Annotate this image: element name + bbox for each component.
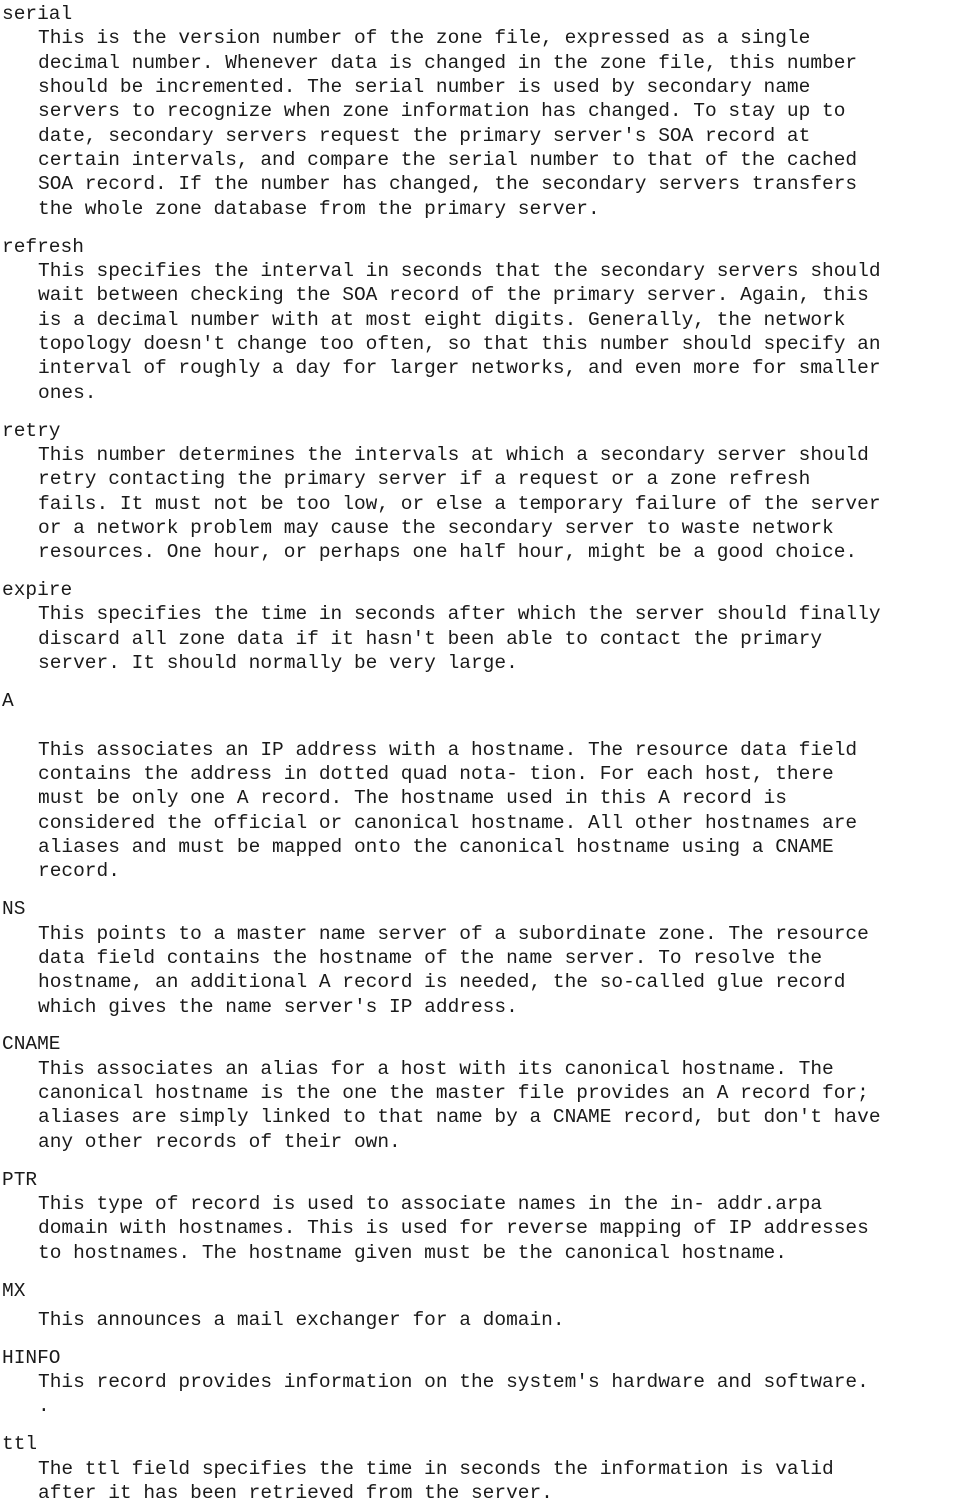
text-line: record.	[38, 860, 120, 883]
text-line: which gives the name server's IP address…	[38, 995, 518, 1018]
text-line: after it has been retrieved from the ser…	[38, 1481, 553, 1504]
text-line: date, secondary servers request the prim…	[38, 124, 811, 147]
text-line: This number determines the intervals at …	[38, 443, 869, 466]
text-line: This points to a master name server of a…	[38, 922, 869, 945]
record-term: retry	[2, 419, 61, 442]
text-line: considered the official or canonical hos…	[38, 811, 858, 834]
record-description: This specifies the time in seconds after…	[2, 602, 960, 675]
text-line: data field contains the hostname of the …	[38, 946, 823, 969]
text-line: the whole zone database from the primary…	[38, 197, 600, 220]
record-description: This associates an IP address with a hos…	[2, 738, 960, 884]
text-line: discard all zone data if it hasn't been …	[38, 627, 823, 650]
record-section: ttl The ttl field specifies the time in s…	[2, 1432, 960, 1505]
record-section: serial This is the version number of the …	[2, 2, 960, 221]
text-line: resources. One hour, or perhaps one half…	[38, 541, 858, 564]
record-term: CNAME	[2, 1033, 61, 1056]
record-term: PTR	[2, 1168, 38, 1191]
record-section: PTR This type of record is used to associ…	[2, 1168, 960, 1265]
text-line: This announces a mail exchanger for a do…	[38, 1308, 565, 1331]
text-line: aliases and must be mapped onto the cano…	[38, 836, 834, 858]
text-line: certain intervals, and compare the seria…	[38, 149, 858, 172]
text-line: canonical hostname is the one the master…	[38, 1082, 869, 1105]
text-line: to hostnames. The hostname given must be…	[38, 1241, 787, 1264]
record-term: refresh	[2, 235, 84, 258]
text-line: contains the address in dotted quad nota…	[38, 762, 834, 785]
record-section: refresh This specifies the interval in se…	[2, 235, 960, 405]
stray-punctuation: .	[38, 1395, 50, 1418]
text-line: should be incremented. The serial number…	[38, 76, 811, 99]
record-section: HINFO This record provides information on…	[2, 1346, 960, 1419]
record-section: MX This announces a mail exchanger for a …	[2, 1279, 960, 1333]
text-line: This type of record is used to associate…	[38, 1192, 823, 1215]
text-line: fails. It must not be too low, or else a…	[38, 492, 881, 515]
record-term: MX	[2, 1279, 26, 1302]
text-line: hostname, an additional A record is need…	[38, 971, 846, 994]
text-line: must be only one A record. The hostname …	[38, 787, 787, 810]
text-line: servers to recognize when zone informati…	[38, 100, 846, 123]
record-term: NS	[2, 898, 26, 921]
text-line: This associates an alias for a host with…	[38, 1057, 834, 1080]
record-description: This is the version number of the zone f…	[2, 26, 960, 221]
text-line: server. It should normally be very large…	[38, 652, 518, 675]
record-description: This type of record is used to associate…	[2, 1192, 960, 1265]
record-term: expire	[2, 579, 73, 602]
record-section: A This associates an IP address with a ho…	[2, 689, 960, 884]
text-line: topology doesn't change too often, so th…	[38, 332, 881, 355]
record-description: The ttl field specifies the time in seco…	[2, 1457, 960, 1505]
record-section: expire This specifies the time in seconds…	[2, 578, 960, 675]
text-line: This record provides information on the …	[38, 1371, 869, 1394]
text-line: aliases are simply linked to that name b…	[38, 1106, 881, 1129]
text-line: The ttl field specifies the time in seco…	[38, 1457, 834, 1480]
text-line: decimal number. Whenever data is changed…	[38, 51, 858, 74]
text-line: interval of roughly a day for larger net…	[38, 357, 881, 380]
text-line: wait between checking the SOA record of …	[38, 284, 869, 307]
text-line: retry contacting the primary server if a…	[38, 468, 811, 491]
record-term: HINFO	[2, 1346, 61, 1369]
record-term: A	[2, 689, 14, 712]
record-section: NS This points to a master name server of…	[2, 897, 960, 1019]
record-term: serial	[2, 3, 73, 25]
record-section: CNAME This associates an alias for a host…	[2, 1032, 960, 1154]
record-description: This specifies the interval in seconds t…	[2, 259, 960, 405]
document-body: serial This is the version number of the …	[0, 0, 960, 1505]
record-description: This points to a master name server of a…	[2, 922, 960, 1019]
text-line: This associates an IP address with a hos…	[38, 738, 858, 761]
text-line: or a network problem may cause the secon…	[38, 516, 834, 539]
text-line: is a decimal number with at most eight d…	[38, 308, 846, 331]
record-section: retry This number determines the interval…	[2, 419, 960, 565]
record-term: ttl	[2, 1433, 38, 1456]
document-page: serial This is the version number of the …	[0, 0, 960, 1504]
text-line: SOA record. If the number has changed, t…	[38, 173, 858, 196]
text-line: domain with hostnames. This is used for …	[38, 1217, 869, 1240]
text-line: This specifies the time in seconds after…	[38, 603, 881, 626]
text-line: This is the version number of the zone f…	[38, 27, 811, 50]
text-line: ones.	[38, 381, 97, 404]
record-description: This record provides information on the …	[2, 1370, 960, 1394]
record-description: This number determines the intervals at …	[2, 443, 960, 565]
text-line: This specifies the interval in seconds t…	[38, 259, 881, 282]
record-description: This announces a mail exchanger for a do…	[2, 1308, 960, 1332]
text-line: any other records of their own.	[38, 1130, 401, 1153]
record-description: This associates an alias for a host with…	[2, 1057, 960, 1154]
